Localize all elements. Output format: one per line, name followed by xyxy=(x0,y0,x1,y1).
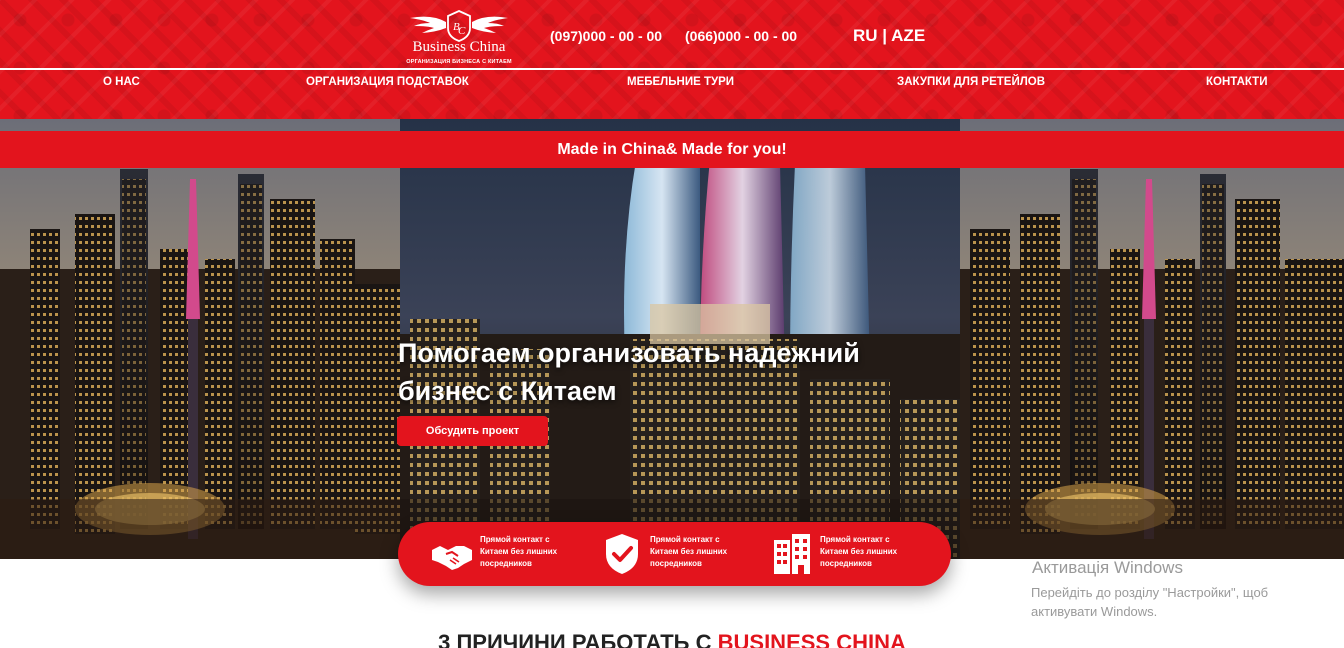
logo-tagline: ОРГАНИЗАЦИЯ БИЗНЕСА С КИТАЕМ xyxy=(406,59,512,65)
lang-aze-link[interactable]: AZE xyxy=(891,26,925,45)
hero-background-image-right xyxy=(960,119,1344,559)
reasons-heading-accent: BUSINESS CHINA xyxy=(717,630,906,648)
language-switcher: RU | AZE xyxy=(853,26,925,46)
features-bar: Прямой контакт с Китаем без лишних посре… xyxy=(398,522,951,586)
feature-text-line: Прямой контакт с xyxy=(480,535,550,544)
promo-banner: Made in China& Made for you! xyxy=(0,131,1344,168)
windows-activation-title: Активація Windows xyxy=(1032,558,1183,577)
lang-separator: | xyxy=(882,26,888,45)
building-icon xyxy=(774,534,810,574)
feature-text-line: Китаем без лишних xyxy=(820,547,898,556)
nav-item-contacts[interactable]: КОНТАКТИ xyxy=(1206,76,1267,88)
hero-title-line-2: бизнес с Китаем xyxy=(398,376,617,406)
windows-activation-line: Перейдіть до розділу "Настройки", щоб xyxy=(1031,585,1269,600)
hero-title: Помогаем организовать надежний бизнес с … xyxy=(398,334,918,410)
nav-item-about[interactable]: О НАС xyxy=(103,76,140,88)
feature-text-line: Прямой контакт с xyxy=(820,535,890,544)
phone-number-1[interactable]: (097)000 - 00 - 00 xyxy=(550,28,662,44)
feature-text-line: посредников xyxy=(480,559,532,568)
feature-text-line: посредников xyxy=(820,559,872,568)
handshake-icon xyxy=(432,546,472,570)
hero-title-line-1: Помогаем организовать надежний xyxy=(398,338,860,368)
discuss-project-button[interactable]: Обсудить проект xyxy=(397,416,548,446)
logo-name: Business China xyxy=(412,39,506,55)
feature-text: Прямой контакт с Китаем без лишних посре… xyxy=(480,534,580,570)
header-divider xyxy=(0,68,1344,70)
shield-check-icon xyxy=(606,534,638,574)
lang-ru-link[interactable]: RU xyxy=(853,26,878,45)
reasons-heading: 3 ПРИЧИНИ РАБОТАТЬ С BUSINESS CHINA xyxy=(0,630,1344,648)
feature-text-line: Китаем без лишних xyxy=(650,547,728,556)
windows-activation-line: активувати Windows. xyxy=(1031,604,1158,619)
site-header: B C Business China ОРГАНИЗАЦИЯ БИЗНЕСА С… xyxy=(0,0,1344,128)
nav-item-retail-purchases[interactable]: ЗАКУПКИ ДЛЯ РЕТЕЙЛОВ xyxy=(897,76,1045,88)
hero-background-image-left xyxy=(0,119,400,559)
phone-number-2[interactable]: (066)000 - 00 - 00 xyxy=(685,28,797,44)
feature-text: Прямой контакт с Китаем без лишних посре… xyxy=(820,534,920,570)
logo[interactable]: B C Business China ОРГАНИЗАЦИЯ БИЗНЕСА С… xyxy=(404,8,514,66)
windows-activation-text: Перейдіть до розділу "Настройки", щоб ак… xyxy=(1031,583,1331,621)
reasons-heading-prefix: 3 ПРИЧИНИ РАБОТАТЬ С xyxy=(438,630,712,648)
feature-text-line: посредников xyxy=(650,559,702,568)
nav-item-furniture-tours[interactable]: МЕБЕЛЬНИЕ ТУРИ xyxy=(627,76,734,88)
feature-text-line: Прямой контакт с xyxy=(650,535,720,544)
nav-item-organization[interactable]: ОРГАНИЗАЦИЯ ПОДСТАВОК xyxy=(306,76,469,88)
feature-text: Прямой контакт с Китаем без лишних посре… xyxy=(650,534,750,570)
feature-text-line: Китаем без лишних xyxy=(480,547,558,556)
svg-text:C: C xyxy=(458,25,466,37)
